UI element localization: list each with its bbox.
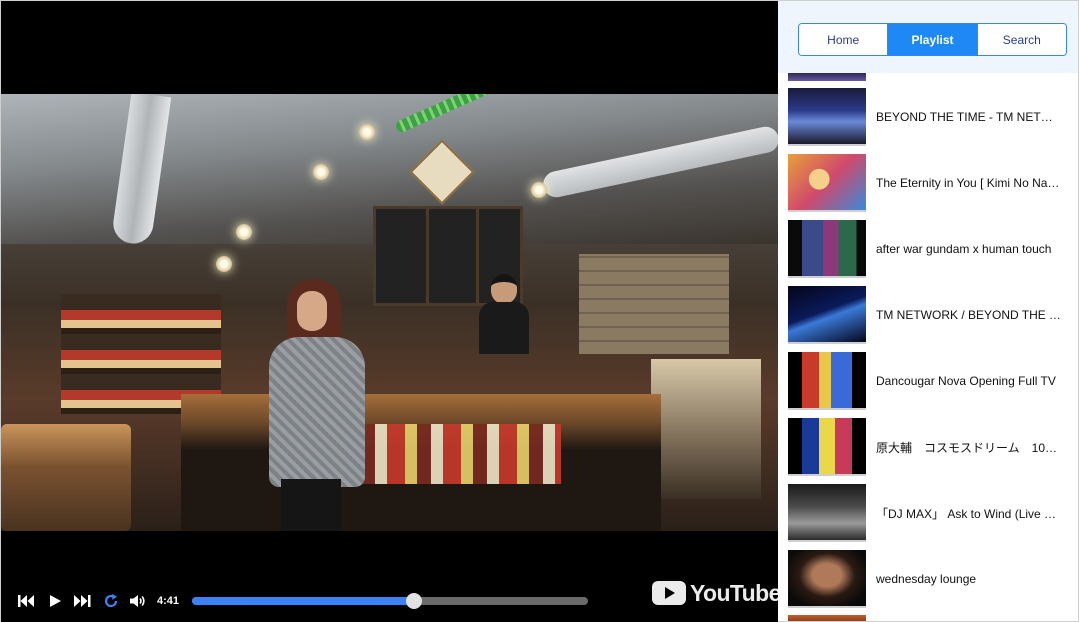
- progress-bar[interactable]: [192, 593, 588, 609]
- video-scene-display-case: [651, 359, 761, 499]
- volume-icon[interactable]: [128, 591, 148, 611]
- current-time: 4:41: [157, 595, 180, 607]
- repeat-icon[interactable]: [101, 591, 121, 611]
- list-item-partial-thumbnail: [788, 73, 866, 81]
- video-scene-woman: [259, 279, 369, 531]
- video-scene-man: [479, 274, 529, 354]
- list-item[interactable]: wednesday lounge: [788, 549, 1068, 609]
- video-scene-lamp: [531, 182, 547, 198]
- playlist-list[interactable]: BEYOND THE TIME - TM NETWORK The Eternit…: [778, 73, 1078, 621]
- video-scene-lamp: [359, 124, 375, 140]
- tab-playlist[interactable]: Playlist: [887, 24, 977, 55]
- list-item[interactable]: BEYOND THE TIME - TM NETWORK: [788, 87, 1068, 147]
- list-item[interactable]: Dancougar Nova Opening Full TV: [788, 351, 1068, 411]
- video-scene-lamp: [216, 256, 232, 272]
- video-thumbnail: [788, 220, 866, 278]
- video-thumbnail: [788, 88, 866, 146]
- list-item-partial-thumbnail: [788, 615, 866, 621]
- video-thumbnail: [788, 352, 866, 410]
- list-item-title: after war gundam x human touch: [876, 242, 1052, 256]
- list-item[interactable]: TM NETWORK / BEYOND THE TIME: [788, 285, 1068, 345]
- video-frame[interactable]: [1, 94, 778, 531]
- video-thumbnail: [788, 418, 866, 476]
- list-item[interactable]: The Eternity in You [ Kimi No Naka no Ei…: [788, 153, 1068, 213]
- video-player[interactable]: YouTube 4:41: [1, 1, 778, 622]
- skip-forward-icon[interactable]: [72, 591, 92, 611]
- nav-tabs: Home Playlist Search: [798, 23, 1067, 56]
- video-thumbnail: [788, 550, 866, 608]
- list-item[interactable]: after war gundam x human touch: [788, 219, 1068, 279]
- video-scene-lamp: [236, 224, 252, 240]
- skip-back-icon[interactable]: [17, 591, 37, 611]
- tab-home[interactable]: Home: [799, 24, 888, 55]
- list-item-title: BEYOND THE TIME - TM NETWORK: [876, 110, 1062, 124]
- video-thumbnail: [788, 286, 866, 344]
- sidebar: Home Playlist Search BEYOND THE TIME - T…: [778, 1, 1078, 621]
- video-scene-barrel: [1, 424, 131, 531]
- play-icon[interactable]: [45, 591, 65, 611]
- list-item-title: 「DJ MAX」 Ask to Wind (Live Ver.): [876, 506, 1062, 521]
- list-item[interactable]: 「DJ MAX」 Ask to Wind (Live Ver.): [788, 483, 1068, 543]
- list-item[interactable]: 原大輔 コスモスドリーム 10周年: [788, 417, 1068, 477]
- video-thumbnail: [788, 484, 866, 542]
- progress-fill: [192, 597, 414, 605]
- player-controls: 4:41: [1, 587, 778, 615]
- list-item-title: The Eternity in You [ Kimi No Naka no Ei…: [876, 176, 1062, 190]
- tab-search[interactable]: Search: [976, 24, 1066, 55]
- video-scene-stone-wall: [579, 254, 729, 354]
- list-item-title: TM NETWORK / BEYOND THE TIME: [876, 308, 1062, 322]
- app-window: YouTube 4:41 Home Playlist Search BEYOND…: [0, 0, 1079, 622]
- video-scene-lamp: [313, 164, 329, 180]
- video-thumbnail: [788, 154, 866, 212]
- list-item-title: wednesday lounge: [876, 572, 977, 586]
- nav-bar: Home Playlist Search: [778, 1, 1078, 73]
- list-item-title: 原大輔 コスモスドリーム 10周年: [876, 440, 1062, 455]
- list-item-title: Dancougar Nova Opening Full TV: [876, 374, 1056, 388]
- progress-thumb[interactable]: [405, 593, 422, 609]
